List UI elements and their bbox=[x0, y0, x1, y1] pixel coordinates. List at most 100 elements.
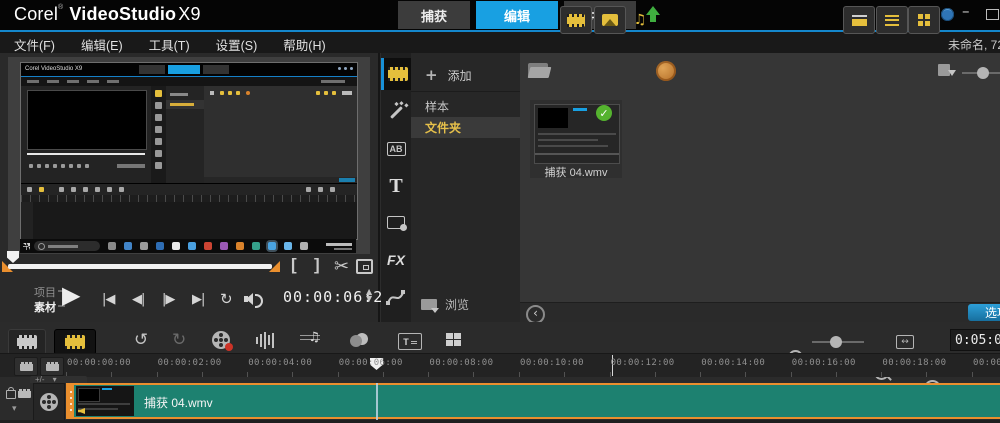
thumb-video-rect bbox=[538, 108, 568, 128]
track-add-remove-control[interactable]: +/- ▾ bbox=[30, 375, 87, 384]
repeat-button[interactable]: ↻ bbox=[220, 290, 233, 308]
auto-music-button[interactable]: ♫ bbox=[300, 330, 320, 348]
browse-button[interactable]: 浏览 bbox=[421, 296, 469, 313]
nav-title[interactable]: T bbox=[381, 170, 411, 202]
jump-end-button[interactable]: ▶| bbox=[192, 292, 205, 307]
mini-main bbox=[21, 86, 357, 183]
ruler-mid-tick bbox=[111, 372, 112, 377]
menu-item[interactable]: 文件(F) bbox=[14, 35, 55, 54]
storyboard-view-button[interactable] bbox=[8, 329, 46, 355]
enlarge-inner bbox=[363, 265, 369, 270]
thumbnail-zoom-knob[interactable] bbox=[977, 67, 989, 79]
fit-project-button[interactable]: ↔ bbox=[896, 335, 914, 349]
video-track-header[interactable] bbox=[33, 383, 65, 421]
enlarge-preview-icon[interactable] bbox=[356, 259, 373, 274]
logo-corel: Corel bbox=[14, 4, 59, 24]
ruler-mid-tick bbox=[564, 372, 565, 377]
filter-video-button[interactable] bbox=[560, 6, 592, 34]
mini-taskbar-app-dot bbox=[220, 242, 228, 250]
ruler-label: 00:00:14:00 bbox=[701, 358, 766, 368]
ripple-edit-button[interactable] bbox=[40, 357, 64, 376]
menu-item[interactable]: 编辑(E) bbox=[81, 35, 123, 54]
clip-trim-grip[interactable] bbox=[68, 385, 74, 417]
tab-edit[interactable]: 编辑 bbox=[476, 1, 558, 29]
nav-transition[interactable]: AB bbox=[381, 133, 411, 165]
previous-frame-button[interactable]: ◀| bbox=[132, 292, 145, 307]
mark-in-button[interactable]: [ bbox=[291, 255, 297, 275]
filter-photo-button[interactable] bbox=[594, 6, 626, 34]
timeline-timecode[interactable]: 0:05:09: bbox=[950, 329, 1000, 351]
mode-project-toggle[interactable]: 项目 bbox=[34, 284, 56, 300]
globe-icon[interactable] bbox=[941, 8, 954, 21]
nav-motion-path[interactable] bbox=[381, 281, 411, 313]
registered-mark: ® bbox=[58, 4, 64, 11]
timecode-spinner[interactable]: ▲ ▼ bbox=[366, 288, 372, 303]
mini-menubar bbox=[21, 77, 357, 86]
sound-mixer-button[interactable] bbox=[256, 331, 274, 349]
timeline-playhead-line[interactable] bbox=[376, 383, 378, 423]
timeline-ruler-scale[interactable]: 00:00:00:00 00:00:02:00 00:00:04:00 00:00:0… bbox=[64, 354, 1000, 378]
timeline-view-button[interactable] bbox=[54, 329, 96, 355]
volume-icon[interactable] bbox=[244, 292, 263, 308]
nav-instant-project[interactable] bbox=[381, 96, 411, 128]
category-sample[interactable]: 样本 bbox=[411, 96, 520, 117]
import-folder-icon[interactable] bbox=[527, 63, 552, 78]
project-name-label: 未命名, 720 bbox=[948, 38, 1000, 52]
mark-out-button[interactable]: ] bbox=[314, 255, 320, 275]
play-button[interactable]: ▶ bbox=[62, 281, 80, 309]
jump-start-button[interactable]: |◀ bbox=[102, 292, 115, 307]
track-film-icon bbox=[18, 389, 31, 398]
ruler-mid-tick bbox=[201, 372, 203, 377]
grid-view-button[interactable] bbox=[908, 6, 940, 34]
timeline-zoom-knob[interactable] bbox=[830, 336, 842, 348]
menu-item[interactable]: 帮助(H) bbox=[283, 35, 325, 54]
sort-button[interactable] bbox=[938, 64, 956, 76]
subtitle-editor-button[interactable]: T bbox=[398, 333, 422, 350]
redo-button[interactable]: ↻ bbox=[172, 330, 186, 350]
category-folder[interactable]: 文件夹 bbox=[411, 117, 520, 138]
next-frame-button[interactable]: |▶ bbox=[162, 292, 175, 307]
ride-lock-icon[interactable] bbox=[6, 387, 16, 399]
spinner-down-icon[interactable]: ▼ bbox=[366, 295, 372, 303]
nav-graphic[interactable] bbox=[381, 206, 411, 238]
menu-item[interactable]: 设置(S) bbox=[216, 35, 258, 54]
video-filter-icon bbox=[567, 13, 585, 27]
track-collapse-caret[interactable]: ▾ bbox=[12, 404, 17, 414]
timeline-ruler[interactable]: 00:00:00:00 00:00:02:00 00:00:04:00 00:00:0… bbox=[0, 353, 1000, 377]
browse-icon bbox=[421, 299, 439, 313]
menu-item[interactable]: 工具(T) bbox=[149, 35, 190, 54]
undo-button[interactable]: ↺ bbox=[134, 330, 148, 350]
options-button[interactable]: 选项 bbox=[968, 304, 1000, 321]
add-folder-button[interactable]: + 添加 bbox=[425, 66, 472, 84]
trim-end-handle[interactable] bbox=[269, 261, 280, 272]
thumb-blue-tab bbox=[573, 108, 587, 111]
ruler-label: 00:00:12:00 bbox=[610, 358, 675, 368]
split-clip-scissors-icon[interactable]: ✂ bbox=[334, 256, 349, 277]
speaker-cone bbox=[246, 293, 253, 305]
split-screen-template-button[interactable] bbox=[446, 333, 463, 348]
list-view-button[interactable] bbox=[876, 6, 908, 34]
maximize-button[interactable] bbox=[986, 9, 999, 20]
thumbnail-view-button[interactable] bbox=[843, 6, 875, 34]
nav-media[interactable] bbox=[381, 58, 411, 90]
nav-filter[interactable]: FX bbox=[381, 244, 411, 276]
media-item-name: 捕获 04.wmv bbox=[544, 167, 608, 179]
filter-audio-button[interactable]: ♫ bbox=[624, 6, 656, 34]
mini-taskbar-app-dot bbox=[172, 242, 180, 250]
motion-tracking-button[interactable] bbox=[350, 335, 362, 347]
tab-capture[interactable]: 捕获 bbox=[398, 1, 470, 29]
minimize-button[interactable]: – bbox=[962, 2, 970, 20]
record-capture-button[interactable] bbox=[212, 331, 233, 351]
track-add-label: +/- bbox=[35, 375, 45, 384]
ruler-tick bbox=[247, 372, 249, 377]
mode-clip-toggle[interactable]: 素材 bbox=[34, 299, 56, 315]
preview-timecode[interactable]: 00:00:06:21 bbox=[283, 288, 393, 306]
vr360-icon[interactable] bbox=[656, 61, 676, 81]
timeline-clip[interactable]: 捕获 04.wmv bbox=[66, 383, 1000, 419]
clip-thumb-video bbox=[78, 388, 100, 402]
preview-scrub-bar[interactable] bbox=[8, 264, 272, 269]
library-bottom-bar bbox=[520, 302, 1000, 323]
show-all-tracks-button[interactable] bbox=[14, 357, 38, 376]
tracking-icon bbox=[350, 335, 362, 347]
preview-video-frame[interactable]: Corel VideoStudio X9 bbox=[8, 57, 370, 254]
